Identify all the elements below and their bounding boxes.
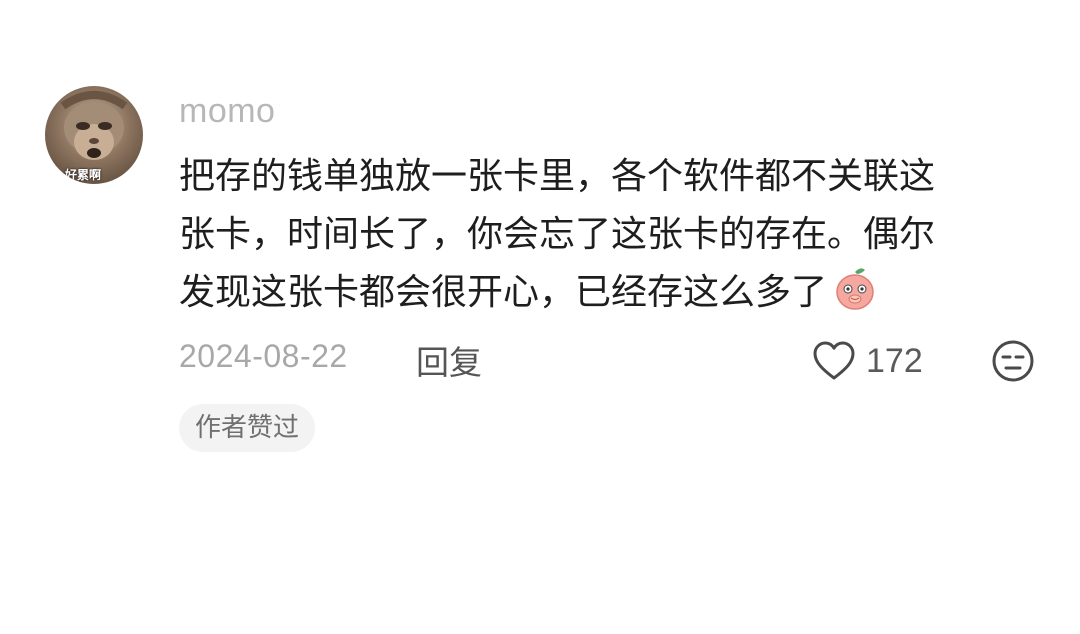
comment-line: 张卡，时间长了，你会忘了这张卡的存在。偶尔 [179,214,936,255]
comment-card: 好累啊 momo 把存的钱单独放一张卡里，各个软件都不关联这 张卡，时间长了，你… [0,0,1080,634]
neutral-face-icon[interactable] [991,339,1035,383]
comment-body: 把存的钱单独放一张卡里，各个软件都不关联这 张卡，时间长了，你会忘了这张卡的存在… [179,148,1039,322]
username[interactable]: momo [179,92,275,131]
like-count: 172 [866,341,923,380]
comment-date: 2024-08-22 [179,338,348,374]
comment-line: 发现这张卡都会很开心，已经存这么多了 [179,264,1039,322]
heart-outline-icon[interactable] [812,340,856,382]
peach-face-emoji [836,268,874,310]
like-button[interactable]: 172 [812,338,923,384]
reply-button[interactable]: 回复 [416,336,482,384]
comment-line-text: 发现这张卡都会很开心，已经存这么多了 [179,272,828,313]
comment-line: 把存的钱单独放一张卡里，各个软件都不关联这 [179,156,936,197]
avatar-caption: 好累啊 [65,168,102,182]
avatar[interactable]: 好累啊 [45,86,143,184]
author-liked-badge: 作者赞过 [179,404,316,452]
